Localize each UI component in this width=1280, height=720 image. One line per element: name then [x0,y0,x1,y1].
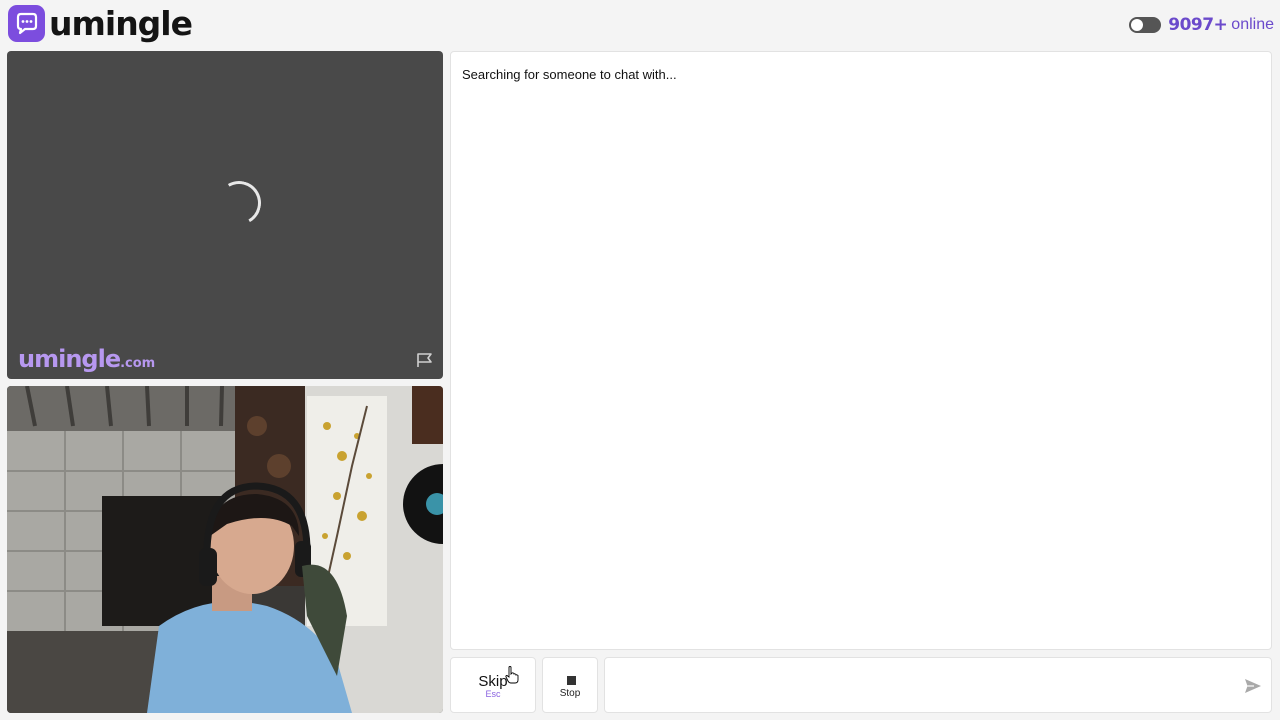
report-flag-icon[interactable] [416,352,434,368]
stop-label: Stop [559,688,581,699]
theme-toggle[interactable] [1129,17,1162,33]
message-box [604,657,1272,714]
toggle-knob [1131,19,1144,31]
message-input[interactable] [613,658,1227,714]
online-count: 9097+ [1168,15,1228,35]
stop-button[interactable]: Stop [542,657,598,713]
send-icon[interactable] [1244,678,1262,694]
logo-text[interactable]: umingle [49,3,193,45]
logo-chat-bubble-icon[interactable] [8,5,45,42]
online-label: online [1231,16,1274,33]
stop-icon [567,676,576,685]
remote-video-panel: umingle.com [7,51,443,379]
loading-spinner-icon [212,176,266,230]
watermark-suffix: .com [120,356,156,371]
skip-label: Skip [478,673,508,690]
online-indicator: 9097+ online [1129,12,1274,38]
webcam-feed-image [7,386,443,713]
skip-button[interactable]: Skip Esc [450,657,536,713]
skip-shortcut: Esc [485,689,501,699]
chat-log: Searching for someone to chat with... [450,51,1272,650]
watermark-main: umingle [18,345,121,373]
chat-status-text: Searching for someone to chat with... [462,67,677,82]
local-webcam-video [7,386,443,713]
video-watermark: umingle.com [18,345,155,373]
